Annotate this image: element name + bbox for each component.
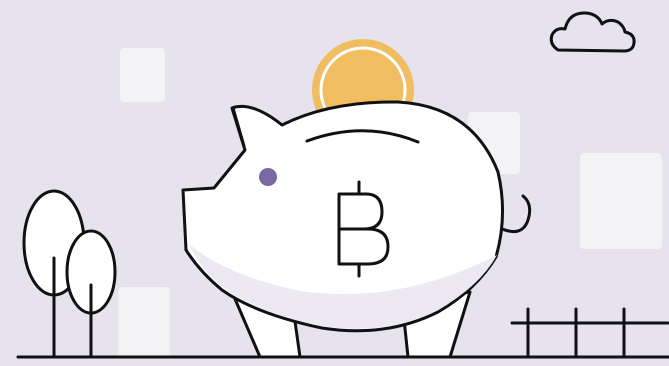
pig-eye: [259, 168, 277, 186]
decor-tile: [118, 287, 170, 357]
piggy-bank-illustration: [0, 0, 669, 366]
decor-tile: [580, 153, 662, 249]
illustration-canvas: [0, 0, 669, 366]
decor-tile: [120, 48, 165, 102]
